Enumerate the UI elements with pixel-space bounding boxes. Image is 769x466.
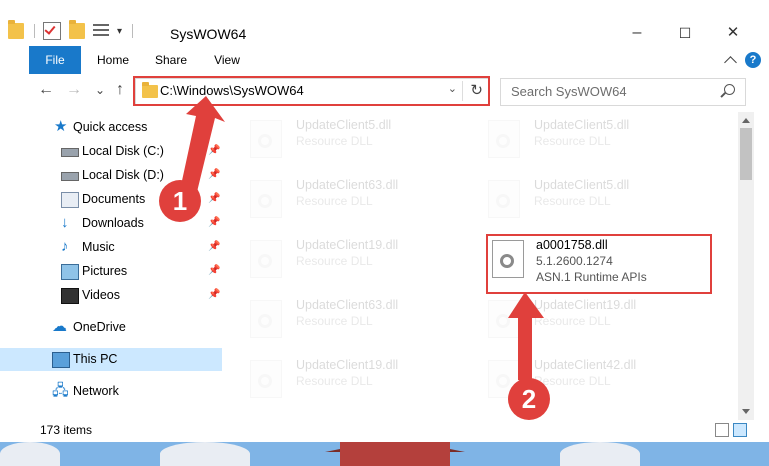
callout-badge-2: 2 [508, 378, 550, 420]
file-explorer-window: ▾ SysWOW64 – ☐ ✕ File Home Share View ? … [0, 0, 769, 466]
arrow-2 [508, 292, 544, 384]
callout-arrows [180, 96, 544, 384]
callout-badge-1: 1 [159, 180, 201, 222]
